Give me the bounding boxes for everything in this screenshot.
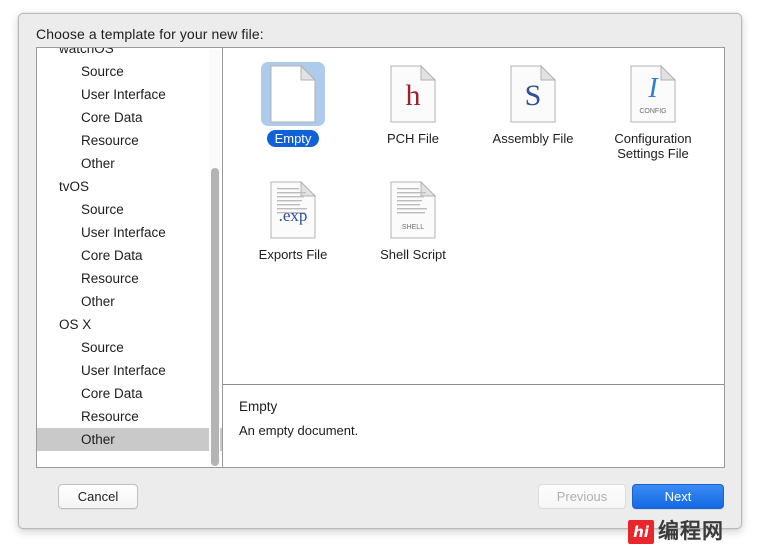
cancel-button[interactable]: Cancel — [58, 484, 138, 509]
svg-text:CONFIG: CONFIG — [639, 108, 666, 115]
template-tile-pch-file[interactable]: h PCH File — [353, 62, 473, 162]
template-tile-configuration-settings-file[interactable]: I CONFIG Configuration Settings File — [593, 62, 713, 162]
sidebar-item-os-x[interactable]: OS X — [37, 313, 222, 336]
configuration-settings-file-icon: I CONFIG — [621, 62, 685, 126]
page-title: Choose a template for your new file: — [36, 26, 264, 42]
svg-text:SHELL: SHELL — [402, 224, 424, 231]
template-pane: Empty h PCH File S Assembly File I CONFIG Confi… — [223, 48, 724, 467]
watermark-text: 编程网 — [658, 520, 724, 543]
sidebar-item-user-interface[interactable]: User Interface — [37, 83, 222, 106]
empty-document-icon — [261, 62, 325, 126]
template-tile-empty[interactable]: Empty — [233, 62, 353, 162]
platform-category-sidebar[interactable]: watchOS Source User Interface Core Data Reso… — [37, 48, 223, 467]
sidebar-item-user-interface[interactable]: User Interface — [37, 221, 222, 244]
previous-button[interactable]: Previous — [538, 484, 626, 509]
sidebar-item-resource[interactable]: Resource — [37, 267, 222, 290]
svg-text:I: I — [647, 73, 659, 104]
next-button[interactable]: Next — [632, 484, 724, 509]
shell-script-icon: SHELL — [381, 178, 445, 242]
template-tile-label: Exports File — [258, 247, 328, 262]
sidebar-scroll-content: watchOS Source User Interface Core Data Reso… — [37, 48, 222, 451]
svg-text:h: h — [406, 79, 421, 112]
sidebar-item-tvos[interactable]: tvOS — [37, 175, 222, 198]
template-tile-shell-script[interactable]: SHELL Shell Script — [353, 178, 473, 263]
sidebar-item-user-interface[interactable]: User Interface — [37, 359, 222, 382]
sidebar-item-resource[interactable]: Resource — [37, 129, 222, 152]
template-tile-label: PCH File — [386, 131, 439, 146]
template-tile-assembly-file[interactable]: S Assembly File — [473, 62, 593, 162]
template-tile-label: Assembly File — [492, 131, 574, 146]
sidebar-item-other[interactable]: Other — [37, 152, 222, 175]
watermark-badge-icon: hi — [628, 520, 654, 544]
template-tile-label: Shell Script — [380, 247, 446, 262]
new-file-template-dialog: Choose a template for your new file: wat… — [18, 13, 742, 529]
assembly-file-icon: S — [501, 62, 565, 126]
template-tile-label: Empty — [266, 130, 320, 147]
sidebar-item-watchos[interactable]: watchOS — [37, 48, 222, 60]
svg-text:S: S — [525, 79, 542, 112]
sidebar-item-other[interactable]: Other — [37, 290, 222, 313]
description-body: An empty document. — [239, 423, 359, 438]
template-icon-grid[interactable]: Empty h PCH File S Assembly File I CONFIG Confi… — [223, 48, 724, 383]
sidebar-item-core-data[interactable]: Core Data — [37, 382, 222, 405]
template-description-panel: Empty An empty document. — [223, 384, 724, 467]
description-title: Empty — [239, 399, 278, 414]
template-tile-label: Configuration Settings File — [614, 131, 692, 161]
sidebar-item-other[interactable]: Other — [37, 428, 222, 451]
template-tile-exports-file[interactable]: .exp Exports File — [233, 178, 353, 263]
sidebar-item-source[interactable]: Source — [37, 60, 222, 83]
sidebar-scrollbar-thumb[interactable] — [211, 168, 219, 466]
sidebar-item-resource[interactable]: Resource — [37, 405, 222, 428]
watermark: hi 编程网 — [628, 519, 724, 545]
sidebar-item-source[interactable]: Source — [37, 198, 222, 221]
pch-file-icon: h — [381, 62, 445, 126]
svg-text:.exp: .exp — [279, 206, 308, 225]
sidebar-item-core-data[interactable]: Core Data — [37, 106, 222, 129]
exports-file-icon: .exp — [261, 178, 325, 242]
dialog-footer: Cancel Previous Next — [36, 484, 724, 510]
sidebar-item-core-data[interactable]: Core Data — [37, 244, 222, 267]
sidebar-item-source[interactable]: Source — [37, 336, 222, 359]
template-browser: watchOS Source User Interface Core Data Reso… — [36, 47, 725, 468]
